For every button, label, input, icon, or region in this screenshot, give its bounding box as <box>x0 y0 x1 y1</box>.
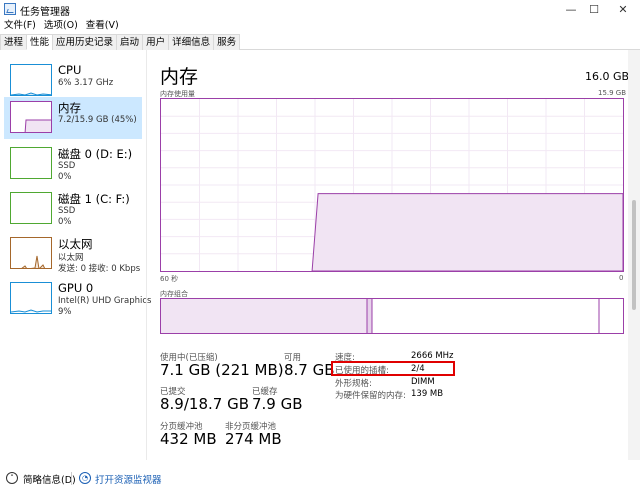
sidebar-item-label: 磁盘 0 (D: E:) <box>58 147 133 161</box>
committed-value: 8.9/18.7 GB <box>160 395 249 413</box>
hardware-reserved-value: 139 MB <box>411 389 444 399</box>
sidebar-item-memory[interactable]: 内存 7.2/15.9 GB (45%) <box>4 97 142 139</box>
sidebar-item-detail: SSD <box>58 206 76 216</box>
slots-highlight-box <box>331 361 455 376</box>
time-axis-start: 60 秒 <box>160 275 179 283</box>
open-resource-monitor-link[interactable]: 打开资源监视器 <box>95 472 162 486</box>
tab-startup[interactable]: 启动 <box>116 34 144 50</box>
sidebar-item-usage: 0% <box>58 217 72 227</box>
sidebar-item-detail: 7.2/15.9 GB (45%) <box>58 115 137 125</box>
disk-0-thumbnail-graph <box>10 147 52 179</box>
speed-value: 2666 MHz <box>411 351 454 361</box>
hardware-reserved-label: 为硬件保留的内存: <box>335 391 406 401</box>
resource-list: CPU 6% 3.17 GHz 内存 7.2/15.9 GB (45%) 磁盘 … <box>0 56 151 460</box>
sidebar-item-detail: Intel(R) UHD Graphics <box>58 296 152 306</box>
sidebar-item-label: GPU 0 <box>58 281 94 295</box>
paged-pool-value: 432 MB <box>160 430 217 448</box>
window-title: 任务管理器 <box>20 7 70 18</box>
time-axis-end: 0 <box>619 274 624 282</box>
sidebar-item-label: 磁盘 1 (C: F:) <box>58 192 130 206</box>
nonpaged-pool-value: 274 MB <box>225 430 282 448</box>
memory-usage-area <box>311 193 624 272</box>
sidebar-item-label: 内存 <box>58 101 81 115</box>
menu-options[interactable]: 选项(O) <box>40 18 82 34</box>
modified-segment <box>367 299 372 333</box>
sidebar-item-disk-0[interactable]: 磁盘 0 (D: E:) SSD 0% <box>4 143 142 185</box>
gpu-thumbnail-graph <box>10 282 52 314</box>
available-value: 8.7 GB <box>284 361 335 379</box>
tab-app-history[interactable]: 应用历史记录 <box>52 34 118 50</box>
in-use-segment <box>161 299 367 333</box>
sidebar-item-ethernet[interactable]: 以太网 以太网 发送: 0 接收: 0 Kbps <box>4 233 142 275</box>
footer-bar: ˄ 简略信息(D) ◔ 打开资源监视器 <box>0 466 640 493</box>
sidebar-item-detail: SSD <box>58 161 76 171</box>
sidebar-item-usage: 发送: 0 接收: 0 Kbps <box>58 264 141 274</box>
usage-chart-max: 15.9 GB <box>598 89 627 97</box>
sidebar-item-cpu[interactable]: CPU 6% 3.17 GHz <box>4 60 142 102</box>
total-memory: 16.0 GB <box>585 70 630 83</box>
tab-details[interactable]: 详细信息 <box>168 34 215 50</box>
memory-composition-chart <box>160 298 624 334</box>
close-button[interactable]: ✕ <box>600 0 640 20</box>
sidebar-item-label: 以太网 <box>58 237 93 251</box>
memory-usage-chart <box>160 98 624 272</box>
scrollbar-thumb[interactable] <box>632 200 636 310</box>
sidebar-item-usage: 9% <box>58 307 72 317</box>
sidebar-item-disk-1[interactable]: 磁盘 1 (C: F:) SSD 0% <box>4 188 142 230</box>
memory-thumbnail-graph <box>10 101 52 133</box>
sidebar-item-detail: 6% 3.17 GHz <box>58 78 114 88</box>
title-bar: 任务管理器 — ☐ ✕ <box>0 0 640 20</box>
form-factor-label: 外形规格: <box>335 379 372 389</box>
sidebar-item-gpu[interactable]: GPU 0 Intel(R) UHD Graphics 9% <box>4 278 151 320</box>
menu-view[interactable]: 查看(V) <box>82 18 123 34</box>
tab-services[interactable]: 服务 <box>213 34 241 50</box>
chevron-up-icon[interactable]: ˄ <box>6 472 18 484</box>
task-manager-app-icon <box>4 3 16 15</box>
tab-processes[interactable]: 进程 <box>0 34 28 50</box>
cpu-thumbnail-graph <box>10 64 52 96</box>
cached-value: 7.9 GB <box>252 395 303 413</box>
tab-performance[interactable]: 性能 <box>26 34 54 50</box>
panel-divider <box>146 50 147 460</box>
footer-separator <box>71 472 72 485</box>
menu-bar: 文件(F) 选项(O) 查看(V) <box>0 18 123 34</box>
sidebar-item-label: CPU <box>58 63 82 77</box>
resource-monitor-icon[interactable]: ◔ <box>79 472 91 484</box>
form-factor-value: DIMM <box>411 377 435 387</box>
disk-1-thumbnail-graph <box>10 192 52 224</box>
tab-users[interactable]: 用户 <box>142 34 170 50</box>
fewer-details-link[interactable]: 简略信息(D) <box>23 472 76 486</box>
ethernet-thumbnail-graph <box>10 237 52 269</box>
sidebar-item-usage: 0% <box>58 172 72 182</box>
tab-strip: 进程 性能 应用历史记录 启动 用户 详细信息 服务 <box>0 34 640 50</box>
in-use-value: 7.1 GB (221 MB) <box>160 361 284 379</box>
menu-file[interactable]: 文件(F) <box>0 18 40 34</box>
memory-usage-graph <box>161 99 624 272</box>
page-title: 内存 <box>160 66 199 88</box>
